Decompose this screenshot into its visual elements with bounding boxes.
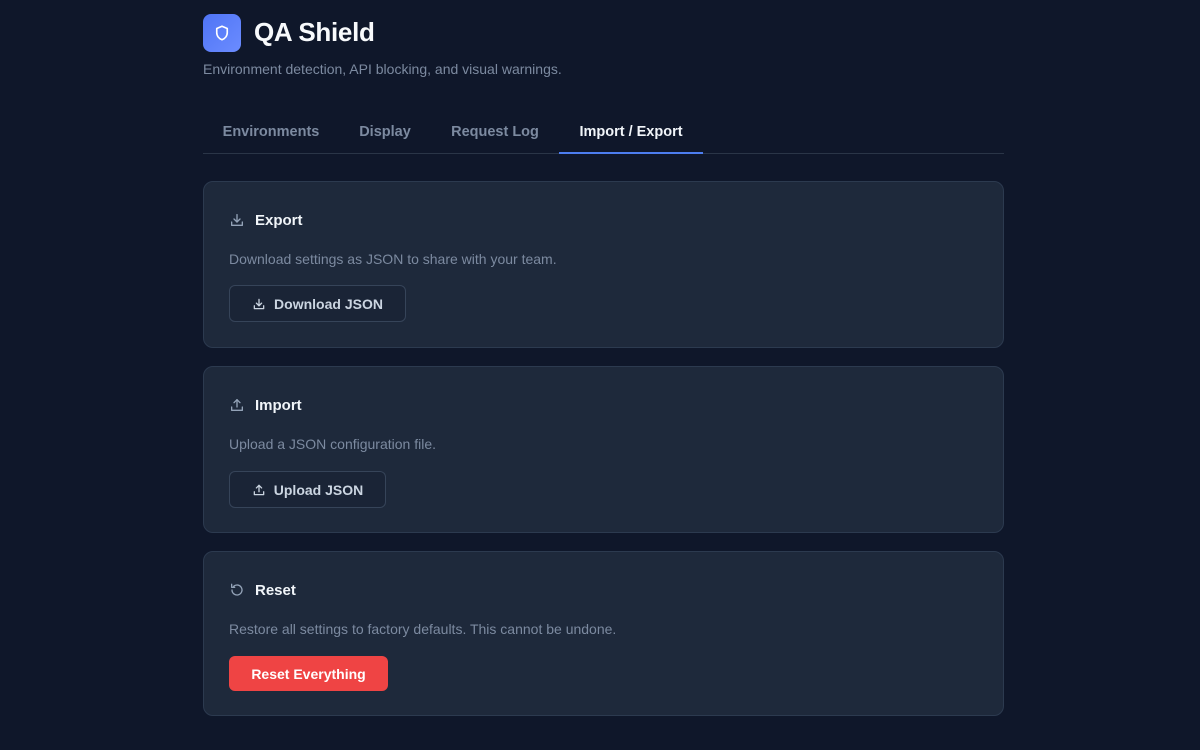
shield-icon [213, 24, 231, 42]
download-json-button[interactable]: Download JSON [229, 285, 406, 322]
settings-page: QA Shield Environment detection, API blo… [203, 0, 1004, 716]
reset-card-title: Reset [229, 580, 296, 600]
reset-card: Reset Restore all settings to factory de… [203, 551, 1004, 716]
reset-icon [229, 582, 245, 598]
page-header: QA Shield Environment detection, API blo… [203, 0, 1004, 154]
tab-bar: Environments Display Request Log Import … [203, 110, 1004, 154]
export-card-title: Export [229, 210, 303, 230]
import-description: Upload a JSON configuration file. [229, 436, 436, 452]
upload-json-button[interactable]: Upload JSON [229, 471, 386, 508]
tab-environments[interactable]: Environments [203, 110, 339, 154]
download-icon [229, 212, 245, 228]
upload-json-label: Upload JSON [273, 481, 364, 498]
export-card: Export Download settings as JSON to shar… [203, 181, 1004, 348]
reset-everything-button[interactable]: Reset Everything [229, 656, 388, 691]
export-description: Download settings as JSON to share with … [229, 251, 557, 267]
app-subtitle: Environment detection, API blocking, and… [203, 61, 562, 77]
tab-import-export[interactable]: Import / Export [559, 110, 703, 154]
app-title: QA Shield [254, 17, 375, 47]
download-icon [252, 297, 266, 311]
reset-title-label: Reset [255, 581, 296, 599]
upload-icon [229, 397, 245, 413]
import-title-label: Import [255, 396, 302, 414]
import-card-title: Import [229, 395, 302, 415]
download-json-label: Download JSON [274, 295, 383, 312]
app-logo [203, 14, 241, 52]
import-card: Import Upload a JSON configuration file.… [203, 366, 1004, 533]
upload-icon [252, 483, 266, 497]
reset-description: Restore all settings to factory defaults… [229, 621, 617, 637]
tab-request-log[interactable]: Request Log [431, 110, 559, 154]
tab-display[interactable]: Display [339, 110, 431, 154]
export-title-label: Export [255, 211, 303, 229]
